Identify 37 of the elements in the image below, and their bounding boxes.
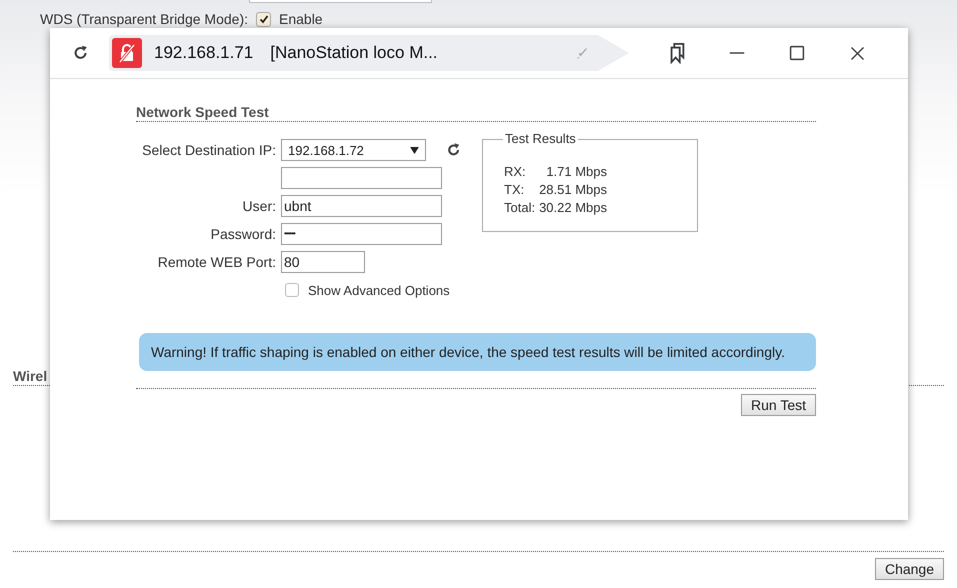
field-label: Password: <box>210 226 276 242</box>
panel-title: Test Results <box>503 131 578 146</box>
insecure-lock-icon <box>112 38 142 68</box>
url-text: 192.168.1.71 <box>154 43 254 63</box>
result-label: Total: <box>504 200 536 215</box>
input-field[interactable] <box>249 0 432 3</box>
run-test-button[interactable]: Run Test <box>741 394 816 416</box>
enable-label: Enable <box>279 11 323 27</box>
wds-label: WDS (Transparent Bridge Mode): <box>40 11 248 27</box>
result-value: 1.71 Mbps <box>545 164 608 179</box>
maximize-icon[interactable] <box>789 45 805 61</box>
result-label: TX: <box>504 182 526 197</box>
result-value: 28.51 Mbps <box>539 182 608 197</box>
advanced-checkbox[interactable] <box>285 283 299 297</box>
reload-icon[interactable] <box>72 44 90 62</box>
dropdown-arrow-icon <box>410 146 419 154</box>
input-field[interactable] <box>281 167 442 189</box>
field-label: User: <box>242 198 276 214</box>
section-heading: Network Speed Test <box>136 104 816 122</box>
refresh-icon[interactable] <box>446 142 462 158</box>
result-label: RX: <box>504 164 527 179</box>
checkbox-label: Show Advanced Options <box>308 282 450 298</box>
section-heading: Wirel <box>13 368 48 384</box>
user-field[interactable]: ubnt <box>281 195 442 217</box>
result-value: 30.22 Mbps <box>539 200 608 215</box>
change-button[interactable]: Change <box>874 558 944 580</box>
port-field[interactable]: 80 <box>281 251 365 273</box>
page-title: [NanoStation loco M... <box>270 43 438 63</box>
destination-select[interactable]: 192.168.1.72 <box>281 139 426 161</box>
warning-message: Warning! If traffic shaping is enabled on either device, the speed test results will be limited accordingly. <box>139 333 816 371</box>
password-field[interactable]: •••••• <box>281 223 442 245</box>
field-label: Remote WEB Port: <box>156 254 276 270</box>
check-icon <box>258 13 270 25</box>
close-icon[interactable] <box>850 46 865 60</box>
enable-checkbox[interactable] <box>256 12 271 26</box>
address-bar[interactable]: 192.168.1.71 [NanoStation loco M... <box>109 35 629 71</box>
field-label: Select Destination IP: <box>141 142 276 158</box>
